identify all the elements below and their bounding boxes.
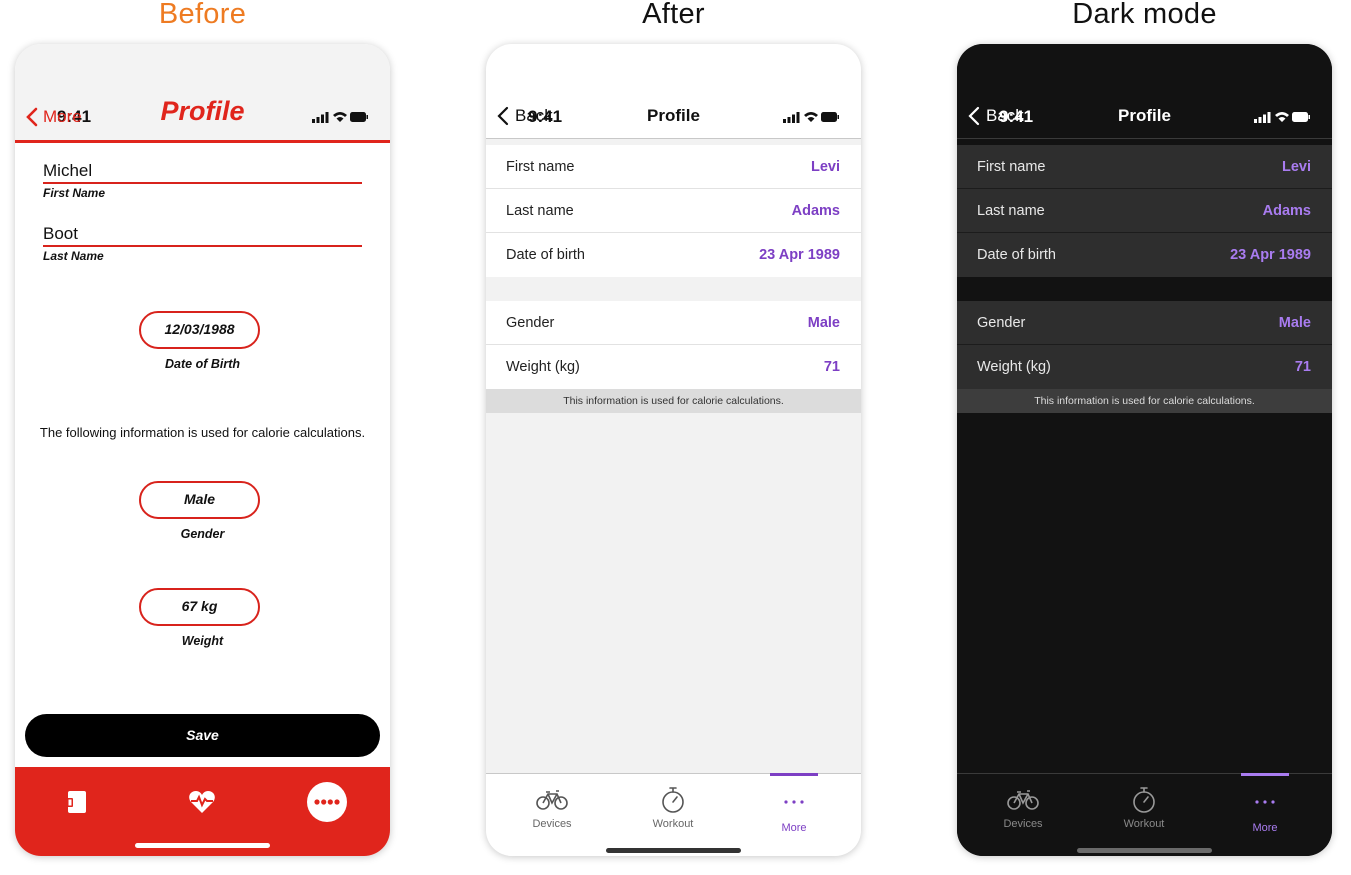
row-label: Gender [506, 314, 555, 331]
field-underline [43, 245, 362, 247]
gender-caption: Gender [180, 527, 225, 541]
tab-workout[interactable]: Workout [623, 786, 723, 830]
before-phone: 9:41 More Profile Michel First Name Boot… [15, 44, 390, 856]
bicycle-icon [536, 790, 568, 810]
home-indicator [135, 843, 270, 848]
tab-label: Devices [532, 818, 572, 830]
dob-caption: Date of Birth [165, 357, 240, 371]
last-name-value: Boot [43, 224, 78, 243]
after-heading: After [642, 0, 705, 30]
row-value: Levi [810, 158, 840, 175]
row-label: First name [506, 158, 575, 175]
tab-label: Workout [1123, 818, 1165, 830]
stopwatch-icon [662, 787, 684, 813]
dark-mode-phone: 9:41 Back Profile First name Levi Last n… [957, 44, 1332, 856]
tab-label: More [781, 822, 807, 834]
row-label: Gender [977, 314, 1026, 331]
first-name-caption: First Name [43, 186, 106, 200]
last-name-caption: Last Name [43, 249, 104, 263]
date-of-birth-row[interactable]: Date of birth 23 Apr 1989 [957, 233, 1332, 277]
row-value: 23 Apr 1989 [759, 247, 840, 263]
date-of-birth-row[interactable]: Date of birth 23 Apr 1989 [486, 233, 861, 277]
tab-workout[interactable]: Workout [1094, 786, 1194, 830]
row-label: Weight (kg) [506, 359, 580, 375]
row-value: Male [1278, 314, 1311, 331]
weight-row[interactable]: Weight (kg) 71 [957, 345, 1332, 389]
row-label: Weight (kg) [977, 359, 1051, 375]
info-text: The following information is used for ca… [39, 425, 366, 440]
row-value: 23 Apr 1989 [1230, 247, 1311, 263]
row-value: Male [807, 314, 840, 331]
bicycle-icon [1007, 790, 1039, 810]
tab-more[interactable]: More [744, 792, 844, 834]
row-value: Levi [1281, 158, 1311, 175]
page-title: Profile [160, 96, 245, 126]
more-icon[interactable] [306, 781, 348, 823]
tab-label: More [1252, 822, 1278, 834]
page-title: Profile [1118, 106, 1171, 125]
last-name-field[interactable]: Boot Last Name [43, 224, 362, 263]
selected-tab-indicator [770, 773, 818, 776]
gender-pill[interactable]: Male [139, 481, 260, 519]
row-value: 71 [823, 359, 840, 375]
weight-pill[interactable]: 67 kg [139, 588, 260, 626]
footer-note: This information is used for calorie cal… [486, 389, 861, 413]
selected-tab-indicator [1241, 773, 1289, 776]
stopwatch-icon [1133, 787, 1155, 813]
device-icon[interactable] [64, 789, 90, 815]
first-name-row[interactable]: First name Levi [957, 145, 1332, 189]
save-button[interactable]: Save [25, 714, 380, 757]
row-label: Date of birth [977, 247, 1056, 263]
weight-caption: Weight [181, 634, 224, 648]
row-label: Last name [977, 202, 1045, 219]
home-indicator [606, 848, 741, 853]
first-name-value: Michel [43, 161, 93, 180]
tab-devices[interactable]: Devices [973, 788, 1073, 830]
home-indicator [1077, 848, 1212, 853]
first-name-row[interactable]: First name Levi [486, 145, 861, 189]
row-value: Adams [791, 202, 840, 219]
more-dots-icon [1255, 800, 1275, 804]
row-value: Adams [1262, 202, 1311, 219]
after-phone: 9:41 Back Profile First name Levi Last n… [486, 44, 861, 856]
dob-pill[interactable]: 12/03/1988 [139, 311, 260, 349]
tab-label: Workout [652, 818, 694, 830]
first-name-field[interactable]: Michel First Name [43, 161, 362, 200]
field-underline [43, 182, 362, 184]
heart-rate-icon[interactable] [188, 789, 216, 815]
last-name-row[interactable]: Last name Adams [957, 189, 1332, 233]
weight-row[interactable]: Weight (kg) 71 [486, 345, 861, 389]
gender-row[interactable]: Gender Male [486, 301, 861, 345]
before-heading: Before [158, 0, 247, 30]
row-label: First name [977, 158, 1046, 175]
tab-more[interactable]: More [1215, 792, 1315, 834]
footer-note: This information is used for calorie cal… [957, 389, 1332, 413]
tab-label: Devices [1003, 818, 1043, 830]
tab-devices[interactable]: Devices [502, 788, 602, 830]
row-label: Date of birth [506, 247, 585, 263]
gender-row[interactable]: Gender Male [957, 301, 1332, 345]
page-title: Profile [647, 106, 700, 125]
dark-mode-heading: Dark mode [1072, 0, 1217, 30]
row-value: 71 [1294, 359, 1311, 375]
row-label: Last name [506, 202, 574, 219]
more-dots-icon [784, 800, 804, 804]
last-name-row[interactable]: Last name Adams [486, 189, 861, 233]
